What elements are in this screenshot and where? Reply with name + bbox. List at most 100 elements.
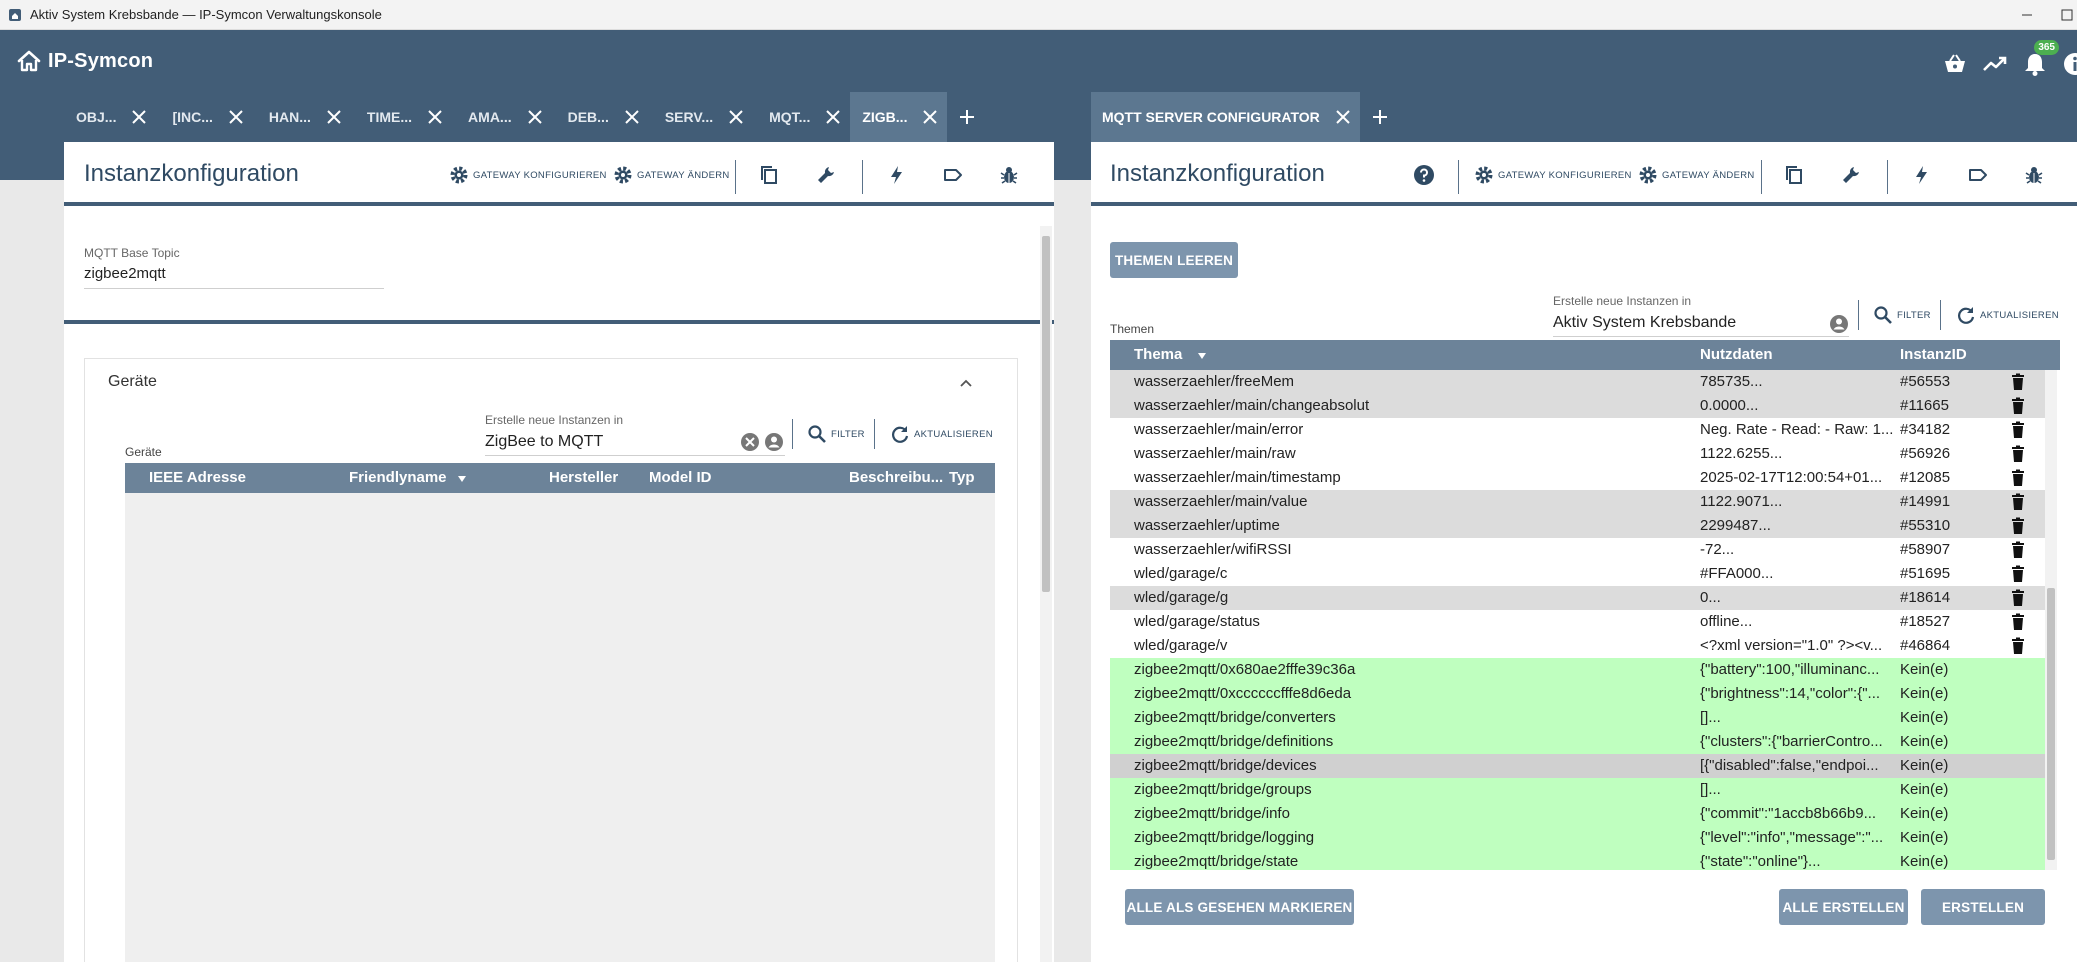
- close-tab-icon[interactable]: [725, 106, 747, 128]
- trash-icon[interactable]: [2010, 421, 2026, 439]
- column-topic[interactable]: Thema: [1134, 346, 1182, 363]
- close-tab-icon[interactable]: [225, 106, 247, 128]
- column-typ[interactable]: Typ: [949, 469, 975, 486]
- tab-mqtt[interactable]: MQT...: [753, 92, 850, 142]
- trash-icon[interactable]: [2010, 613, 2026, 631]
- column-hersteller[interactable]: Hersteller: [549, 469, 618, 486]
- filter-button[interactable]: FILTER: [806, 423, 865, 445]
- close-tab-icon[interactable]: [621, 106, 643, 128]
- tab-mqtt-server-configurator[interactable]: MQTT SERVER CONFIGURATOR: [1091, 92, 1360, 142]
- table-row[interactable]: wasserzaehler/main/changeabsolut 0.0000..…: [1110, 394, 2045, 418]
- table-row[interactable]: wasserzaehler/main/error Neg. Rate - Read…: [1110, 418, 2045, 442]
- tab-serv[interactable]: SERV...: [649, 92, 753, 142]
- topics-scrollbar[interactable]: [2045, 370, 2057, 870]
- tab-include[interactable]: [INC...: [156, 92, 252, 142]
- tab-time[interactable]: TIME...: [351, 92, 452, 142]
- table-row[interactable]: zigbee2mqtt/0xccccccfffe8d6eda {"brightne…: [1110, 682, 2045, 706]
- label-button[interactable]: [1967, 164, 1992, 186]
- table-row[interactable]: wasserzaehler/wifiRSSI -72... #58907: [1110, 538, 2045, 562]
- mark-all-seen-button[interactable]: ALLE ALS GESEHEN MARKIEREN: [1125, 889, 1354, 925]
- gateway-change-button[interactable]: GATEWAY ÄNDERN: [1637, 164, 1755, 186]
- column-instance[interactable]: InstanzID: [1900, 346, 1967, 363]
- clear-topics-button[interactable]: THEMEN LEEREN: [1110, 242, 1238, 278]
- help-button[interactable]: [1413, 164, 1438, 186]
- tab-ama[interactable]: AMA...: [452, 92, 552, 142]
- column-ieee[interactable]: IEEE Adresse: [149, 469, 246, 486]
- trash-icon[interactable]: [2010, 517, 2026, 535]
- left-scrollbar-thumb[interactable]: [1042, 236, 1050, 592]
- trash-icon[interactable]: [2010, 493, 2026, 511]
- table-row[interactable]: wasserzaehler/uptime 2299487... #55310: [1110, 514, 2045, 538]
- gateway-change-button[interactable]: GATEWAY ÄNDERN: [612, 164, 730, 186]
- trash-icon[interactable]: [2010, 541, 2026, 559]
- brand[interactable]: IP-Symcon: [16, 48, 153, 74]
- table-row[interactable]: wasserzaehler/main/value 1122.9071... #149…: [1110, 490, 2045, 514]
- table-row[interactable]: zigbee2mqtt/bridge/state {"state":"online…: [1110, 850, 2045, 870]
- table-row[interactable]: wasserzaehler/main/raw 1122.6255... #56926: [1110, 442, 2045, 466]
- filter-button[interactable]: FILTER: [1872, 304, 1931, 326]
- tab-zigbee[interactable]: ZIGB...: [850, 92, 948, 142]
- chevron-up-icon[interactable]: [958, 375, 974, 391]
- table-row[interactable]: wasserzaehler/main/timestamp 2025-02-17T1…: [1110, 466, 2045, 490]
- topics-scrollbar-thumb[interactable]: [2047, 588, 2055, 860]
- trash-icon[interactable]: [2010, 589, 2026, 607]
- trash-icon[interactable]: [2010, 469, 2026, 487]
- create-in-field[interactable]: Erstelle neue Instanzen in Aktiv System …: [1553, 294, 1849, 337]
- close-tab-icon[interactable]: [822, 106, 844, 128]
- create-all-button[interactable]: ALLE ERSTELLEN: [1779, 889, 1908, 925]
- gateway-configure-button[interactable]: GATEWAY KONFIGURIEREN: [448, 164, 607, 186]
- table-row[interactable]: zigbee2mqtt/bridge/groups []... Kein(e): [1110, 778, 2045, 802]
- table-row[interactable]: wled/garage/g 0... #18614: [1110, 586, 2045, 610]
- clear-icon[interactable]: [740, 432, 760, 452]
- close-tab-icon[interactable]: [323, 106, 345, 128]
- table-row[interactable]: zigbee2mqtt/bridge/definitions {"clusters…: [1110, 730, 2045, 754]
- debug-button[interactable]: [2023, 164, 2048, 186]
- trash-icon[interactable]: [2010, 445, 2026, 463]
- gateway-configure-button[interactable]: GATEWAY KONFIGURIEREN: [1473, 164, 1632, 186]
- table-row[interactable]: zigbee2mqtt/bridge/devices [{"disabled":f…: [1110, 754, 2045, 778]
- trash-icon[interactable]: [2010, 373, 2026, 391]
- notifications-button[interactable]: 365: [2021, 40, 2059, 78]
- add-tab-button[interactable]: [1360, 92, 1400, 142]
- tab-deb[interactable]: DEB...: [552, 92, 649, 142]
- table-row[interactable]: zigbee2mqtt/bridge/info {"commit":"1accb8…: [1110, 802, 2045, 826]
- tab-objects[interactable]: OBJ...: [60, 92, 156, 142]
- select-instance-icon[interactable]: [1829, 314, 1849, 334]
- close-tab-icon[interactable]: [524, 106, 546, 128]
- events-button[interactable]: [886, 164, 911, 186]
- base-topic-input[interactable]: zigbee2mqtt: [84, 262, 384, 289]
- settings-button[interactable]: [815, 164, 840, 186]
- trash-icon[interactable]: [2010, 397, 2026, 415]
- table-row[interactable]: wled/garage/status offline... #18527: [1110, 610, 2045, 634]
- close-tab-icon[interactable]: [424, 106, 446, 128]
- column-model-id[interactable]: Model ID: [649, 469, 712, 486]
- maximize-button[interactable]: [2057, 0, 2077, 30]
- refresh-button[interactable]: AKTUALISIEREN: [1955, 304, 2059, 326]
- table-row[interactable]: zigbee2mqtt/bridge/logging {"level":"info…: [1110, 826, 2045, 850]
- close-tab-icon[interactable]: [1332, 106, 1354, 128]
- close-tab-icon[interactable]: [128, 106, 150, 128]
- column-payload[interactable]: Nutzdaten: [1700, 346, 1773, 363]
- copy-button[interactable]: [1783, 164, 1808, 186]
- table-row[interactable]: zigbee2mqtt/0x680ae2fffe39c36a {"battery"…: [1110, 658, 2045, 682]
- column-friendlyname[interactable]: Friendlyname: [349, 469, 447, 486]
- refresh-button[interactable]: AKTUALISIEREN: [889, 423, 993, 445]
- table-row[interactable]: wled/garage/v <?xml version="1.0" ?><v...…: [1110, 634, 2045, 658]
- left-scrollbar[interactable]: [1040, 226, 1052, 962]
- tab-han[interactable]: HAN...: [253, 92, 351, 142]
- trash-icon[interactable]: [2010, 637, 2026, 655]
- minimize-button[interactable]: [1997, 0, 2057, 30]
- base-topic-field[interactable]: MQTT Base Topic zigbee2mqtt: [84, 246, 384, 289]
- events-button[interactable]: [1911, 164, 1936, 186]
- info-button[interactable]: [2061, 50, 2077, 78]
- table-row[interactable]: wasserzaehler/freeMem 785735... #56553: [1110, 370, 2045, 394]
- column-beschreibung[interactable]: Beschreibu...: [849, 469, 943, 486]
- settings-button[interactable]: [1840, 164, 1865, 186]
- table-row[interactable]: zigbee2mqtt/bridge/converters []... Kein(e…: [1110, 706, 2045, 730]
- close-tab-icon[interactable]: [919, 106, 941, 128]
- copy-button[interactable]: [758, 164, 783, 186]
- debug-button[interactable]: [998, 164, 1023, 186]
- statistics-button[interactable]: [1981, 50, 2009, 78]
- basket-button[interactable]: [1941, 50, 1969, 78]
- table-row[interactable]: wled/garage/c #FFA000... #51695: [1110, 562, 2045, 586]
